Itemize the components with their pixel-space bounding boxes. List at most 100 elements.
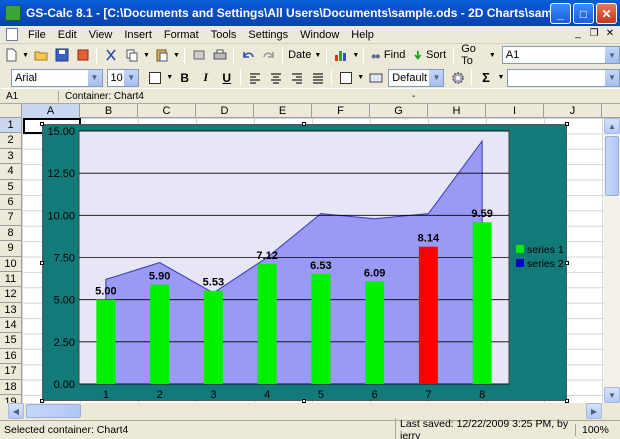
print-button[interactable] [210, 46, 229, 65]
row-header[interactable]: 13 [0, 302, 22, 319]
options-button[interactable] [448, 68, 467, 87]
chevron-down-icon[interactable]: ▼ [86, 69, 102, 86]
format-cells-button[interactable] [366, 68, 385, 87]
menu-edit[interactable]: Edit [52, 29, 83, 41]
mdi-restore-button[interactable]: ❐ [588, 28, 600, 39]
column-header[interactable]: B [80, 104, 138, 118]
save-button[interactable] [52, 46, 71, 65]
scroll-down-button[interactable]: ▼ [604, 387, 620, 403]
resize-handle[interactable] [302, 122, 306, 126]
copy-button[interactable] [122, 46, 141, 65]
column-header[interactable]: E [254, 104, 312, 118]
mdi-close-button[interactable]: ✕ [604, 28, 616, 39]
scroll-right-button[interactable]: ▶ [586, 403, 602, 419]
goto-button[interactable]: Go To ▼ [458, 43, 499, 67]
vertical-scroll-thumb[interactable] [605, 136, 619, 196]
row-header[interactable]: 10 [0, 256, 22, 272]
undo-button[interactable] [238, 46, 257, 65]
paste-dropdown[interactable]: ▼ [173, 46, 180, 65]
menu-help[interactable]: Help [345, 29, 380, 41]
menu-window[interactable]: Window [294, 29, 345, 41]
column-header[interactable]: H [428, 104, 486, 118]
document-icon[interactable] [6, 28, 18, 41]
resize-handle[interactable] [40, 122, 44, 126]
column-header[interactable]: G [370, 104, 428, 118]
horizontal-scroll-thumb[interactable] [26, 404, 81, 418]
column-header[interactable]: J [544, 104, 602, 118]
chart-container[interactable]: 0.00 2.50 5.00 7.50 10.00 12.50 15.00 5.00 5.90 5… [40, 122, 569, 403]
font-size-combo[interactable]: 10 ▼ [106, 68, 140, 87]
italic-button[interactable]: I [196, 68, 215, 87]
sum-button[interactable]: Σ [476, 68, 495, 87]
align-right-button[interactable] [287, 68, 306, 87]
row-header[interactable]: 11 [0, 271, 22, 288]
column-header[interactable]: I [486, 104, 544, 118]
chevron-down-icon[interactable]: ▼ [604, 47, 619, 63]
resize-handle[interactable] [565, 261, 569, 265]
cell-reference-combo[interactable]: A1 ▼ [501, 46, 620, 64]
fill-color-dropdown[interactable]: ▼ [357, 68, 364, 87]
row-header[interactable]: 17 [0, 364, 22, 380]
row-header[interactable]: 19 [0, 395, 22, 403]
copy-dropdown[interactable]: ▼ [143, 46, 150, 65]
chart-dropdown[interactable]: ▼ [352, 46, 359, 65]
new-dropdown[interactable]: ▼ [22, 46, 29, 65]
align-left-button[interactable] [245, 68, 264, 87]
row-header[interactable]: 2 [0, 133, 22, 149]
row-header[interactable]: 4 [0, 164, 22, 180]
redo-button[interactable] [259, 46, 278, 65]
menu-view[interactable]: View [83, 29, 119, 41]
formula-combo[interactable]: ▼ [507, 68, 620, 87]
sum-dropdown[interactable]: ▼ [497, 68, 505, 87]
chart-button[interactable] [331, 46, 350, 65]
new-button[interactable] [1, 46, 20, 65]
underline-button[interactable]: U [217, 68, 236, 87]
maximize-button[interactable]: □ [573, 3, 594, 24]
row-header[interactable]: 16 [0, 348, 22, 365]
row-header[interactable]: 15 [0, 333, 22, 349]
row-header[interactable]: 12 [0, 287, 22, 303]
resize-handle[interactable] [40, 261, 44, 265]
menu-file[interactable]: File [22, 29, 52, 41]
chevron-down-icon[interactable]: ▼ [603, 69, 619, 86]
cut-button[interactable] [101, 46, 120, 65]
row-header[interactable]: 3 [0, 148, 22, 165]
print-preview-button[interactable] [189, 46, 208, 65]
column-header[interactable]: D [196, 104, 254, 118]
row-header[interactable]: 8 [0, 225, 22, 242]
chevron-down-icon[interactable]: ▼ [123, 69, 139, 86]
spreadsheet-grid[interactable]: A B C D E F G H I J 1 2 3 4 5 6 7 8 9 10… [0, 104, 620, 403]
align-justify-button[interactable] [308, 68, 327, 87]
row-header[interactable]: 6 [0, 194, 22, 211]
menu-tools[interactable]: Tools [205, 29, 243, 41]
export-button[interactable] [73, 46, 92, 65]
fill-color-button[interactable] [336, 68, 355, 87]
chevron-down-icon[interactable]: ▼ [428, 69, 444, 86]
style-combo[interactable]: Default ▼ [388, 68, 445, 87]
column-header[interactable]: C [138, 104, 196, 118]
close-button[interactable]: ✕ [596, 3, 617, 24]
column-header[interactable]: F [312, 104, 370, 118]
menu-format[interactable]: Format [158, 29, 205, 41]
menu-insert[interactable]: Insert [118, 29, 158, 41]
border-button[interactable] [145, 68, 164, 87]
paste-button[interactable] [152, 46, 171, 65]
select-all-corner[interactable] [0, 104, 22, 118]
border-dropdown[interactable]: ▼ [166, 68, 173, 87]
font-combo[interactable]: Arial ▼ [11, 68, 103, 87]
row-header[interactable]: 14 [0, 318, 22, 334]
vertical-scrollbar[interactable]: ▲ ▼ [604, 118, 620, 403]
scroll-up-button[interactable]: ▲ [604, 118, 620, 134]
sort-button[interactable]: Sort [410, 46, 449, 65]
menu-settings[interactable]: Settings [242, 29, 294, 41]
open-button[interactable] [31, 46, 50, 65]
scroll-left-button[interactable]: ◀ [8, 403, 24, 419]
date-button[interactable]: Date ▼ [287, 46, 322, 65]
row-header[interactable]: 1 [0, 118, 22, 134]
minimize-button[interactable]: _ [550, 3, 571, 24]
find-button[interactable]: Find [368, 46, 408, 65]
chart[interactable]: 0.00 2.50 5.00 7.50 10.00 12.50 15.00 5.00 5.90 5… [43, 125, 568, 402]
row-header[interactable]: 18 [0, 379, 22, 396]
mdi-minimize-button[interactable]: _ [572, 28, 584, 39]
bold-button[interactable]: B [175, 68, 194, 87]
